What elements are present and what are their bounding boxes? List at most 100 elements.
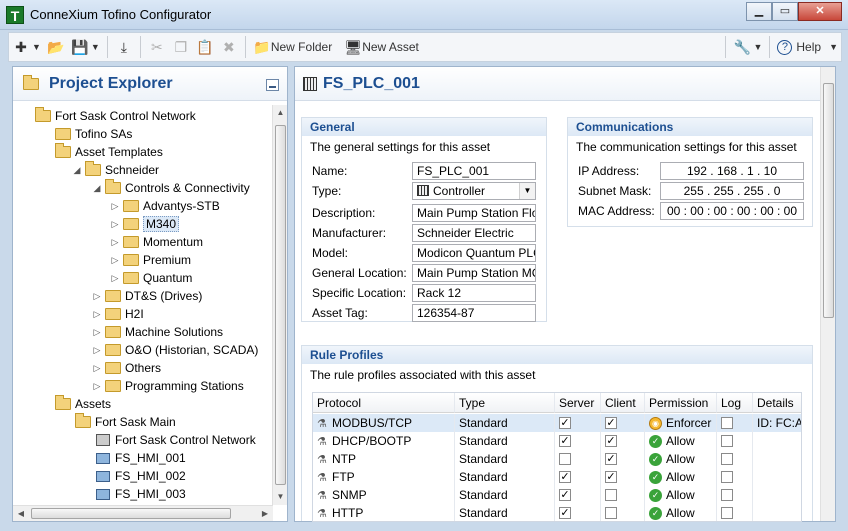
copy-button[interactable]: ❐	[169, 35, 193, 59]
tree-item[interactable]: Asset Templates	[53, 143, 163, 161]
mac-address-field[interactable]: 00 : 00 : 00 : 00 : 00 : 00	[660, 202, 804, 220]
expand-arrow-icon[interactable]: ▷	[91, 345, 103, 356]
minimize-panel-button[interactable]	[266, 79, 279, 91]
tree-item[interactable]: ▷ Premium	[109, 251, 191, 269]
asset-tag-field[interactable]: 126354-87	[412, 304, 536, 322]
table-row[interactable]: ⚗ NTP Standard ✓ ✓ Allow	[313, 450, 801, 468]
table-row[interactable]: ⚗ SNMP Standard ✓ ✓ Allow	[313, 486, 801, 504]
server-checkbox[interactable]: ✓	[559, 417, 571, 429]
client-checkbox[interactable]: ✓	[605, 417, 617, 429]
client-checkbox[interactable]: ✓	[605, 435, 617, 447]
ip-address-field[interactable]: 192 . 168 . 1 . 10	[660, 162, 804, 180]
chevron-down-icon[interactable]: ▼	[519, 183, 535, 199]
specific-location-field[interactable]: Rack 12	[412, 284, 536, 302]
model-field[interactable]: Modicon Quantum PLC	[412, 244, 536, 262]
client-checkbox[interactable]	[605, 507, 617, 519]
scroll-down-icon[interactable]: ▼	[273, 489, 288, 505]
explorer-horizontal-scrollbar[interactable]: ◀ ▶	[13, 505, 273, 521]
server-checkbox[interactable]: ✓	[559, 435, 571, 447]
log-checkbox[interactable]	[721, 417, 733, 429]
server-checkbox[interactable]: ✓	[559, 489, 571, 501]
tree-item[interactable]: ◢ Schneider	[71, 161, 159, 179]
delete-button[interactable]: ✖	[217, 35, 241, 59]
close-button[interactable]: ✕	[798, 2, 842, 21]
column-log[interactable]: Log	[717, 393, 753, 413]
expand-arrow-icon[interactable]: ▷	[109, 201, 121, 212]
cut-button[interactable]: ✂	[145, 35, 169, 59]
tree-item[interactable]: ▷ DT&S (Drives)	[91, 287, 203, 305]
table-row[interactable]: ⚗ HTTP Standard ✓ ✓ Allow	[313, 504, 801, 521]
tree-item[interactable]: ▷ Machine Solutions	[91, 323, 224, 341]
scroll-thumb[interactable]	[823, 83, 834, 318]
scroll-thumb[interactable]	[31, 508, 231, 519]
tree-item[interactable]: ▷ Programming Stations	[91, 377, 244, 395]
table-row[interactable]: ⚗ FTP Standard ✓ ✓ ✓ Allow	[313, 468, 801, 486]
tree-item[interactable]: ▷ Quantum	[109, 269, 193, 287]
tree-item[interactable]: FS_HMI_003	[93, 485, 186, 503]
table-row[interactable]: ⚗ MODBUS/TCP Standard ✓ ✓ ◉ Enforcer ID: FC:A	[313, 414, 801, 432]
tree-item[interactable]: ▷ H2I	[91, 305, 144, 323]
tree-item[interactable]: Fort Sask Control Network	[93, 431, 256, 449]
log-checkbox[interactable]	[721, 471, 733, 483]
tree-item[interactable]: ▷ Momentum	[109, 233, 204, 251]
expand-arrow-icon[interactable]: ▷	[91, 291, 103, 302]
log-checkbox[interactable]	[721, 507, 733, 519]
column-server[interactable]: Server	[555, 393, 601, 413]
expand-arrow-icon[interactable]: ▷	[109, 237, 121, 248]
server-checkbox[interactable]	[559, 453, 571, 465]
tree-item[interactable]: FS_HMI_001	[93, 449, 186, 467]
client-checkbox[interactable]: ✓	[605, 471, 617, 483]
column-type[interactable]: Type	[455, 393, 555, 413]
column-details[interactable]: Details	[753, 393, 801, 413]
column-protocol[interactable]: Protocol	[313, 393, 455, 413]
open-button[interactable]: 📂	[44, 35, 68, 59]
paste-button[interactable]: 📋	[193, 35, 217, 59]
expand-arrow-icon[interactable]: ▷	[109, 273, 121, 284]
expand-arrow-icon[interactable]: ▷	[109, 219, 121, 230]
scroll-left-icon[interactable]: ◀	[13, 506, 29, 522]
help-button[interactable]: ? Help ▼	[774, 35, 841, 59]
description-field[interactable]: Main Pump Station Flo	[412, 204, 536, 222]
table-row[interactable]: ⚗ DHCP/BOOTP Standard ✓ ✓ ✓ Allow	[313, 432, 801, 450]
collapse-arrow-icon[interactable]: ◢	[91, 183, 103, 194]
expand-arrow-icon[interactable]: ▷	[91, 381, 103, 392]
log-checkbox[interactable]	[721, 489, 733, 501]
column-client[interactable]: Client	[601, 393, 645, 413]
maximize-button[interactable]: ▭	[772, 2, 798, 21]
expand-arrow-icon[interactable]: ▷	[91, 363, 103, 374]
tree-item[interactable]: ▷ Advantys-STB	[109, 197, 220, 215]
type-select[interactable]: Controller ▼	[412, 182, 536, 200]
server-checkbox[interactable]: ✓	[559, 471, 571, 483]
expand-arrow-icon[interactable]: ▷	[91, 327, 103, 338]
name-field[interactable]: FS_PLC_001	[412, 162, 536, 180]
editor-vertical-scrollbar[interactable]	[820, 67, 835, 521]
tree-item[interactable]: ◢ Controls & Connectivity	[91, 179, 250, 197]
save-button[interactable]: 💾 ▼	[68, 35, 103, 59]
expand-arrow-icon[interactable]: ▷	[109, 255, 121, 266]
minimize-button[interactable]: ▁	[746, 2, 772, 21]
tree-item[interactable]: Fort Sask Control Network	[33, 107, 196, 125]
new-button[interactable]: ✚ ▼	[9, 35, 44, 59]
tree-item[interactable]: Tofino SAs	[53, 125, 132, 143]
server-checkbox[interactable]: ✓	[559, 507, 571, 519]
tree-item[interactable]: ▷ Others	[91, 359, 161, 377]
scroll-right-icon[interactable]: ▶	[257, 506, 273, 522]
scroll-up-icon[interactable]: ▲	[273, 105, 288, 121]
scroll-thumb[interactable]	[275, 125, 286, 485]
tools-button[interactable]: 🔧 ▼	[730, 35, 765, 59]
subnet-mask-field[interactable]: 255 . 255 . 255 . 0	[660, 182, 804, 200]
client-checkbox[interactable]: ✓	[605, 453, 617, 465]
tree-item[interactable]: FS_HMI_002	[93, 467, 186, 485]
collapse-arrow-icon[interactable]: ◢	[71, 165, 83, 176]
column-permission[interactable]: Permission	[645, 393, 717, 413]
tree-item[interactable]: Assets	[53, 395, 111, 413]
client-checkbox[interactable]	[605, 489, 617, 501]
general-location-field[interactable]: Main Pump Station MC	[412, 264, 536, 282]
expand-arrow-icon[interactable]: ▷	[91, 309, 103, 320]
manufacturer-field[interactable]: Schneider Electric	[412, 224, 536, 242]
explorer-vertical-scrollbar[interactable]: ▲ ▼	[272, 105, 287, 505]
tree-item-selected[interactable]: ▷ M340	[109, 215, 180, 233]
log-checkbox[interactable]	[721, 435, 733, 447]
tree-item[interactable]: Fort Sask Main	[73, 413, 176, 431]
new-folder-button[interactable]: 📁 New Folder	[250, 35, 335, 59]
